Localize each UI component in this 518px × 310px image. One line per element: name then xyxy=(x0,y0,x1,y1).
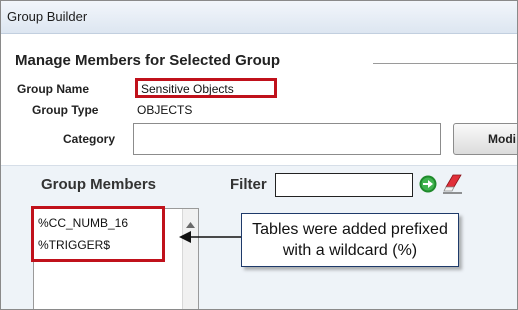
callout-note: Tables were added prefixed with a wildca… xyxy=(241,213,459,267)
window-title: Group Builder xyxy=(7,9,88,24)
group-type-label: Group Type xyxy=(32,103,99,117)
callout-line-1: Tables were added prefixed xyxy=(252,221,448,238)
section-divider xyxy=(373,63,517,64)
eraser-icon[interactable] xyxy=(442,173,464,195)
category-label: Category xyxy=(63,132,116,146)
group-members-heading: Group Members xyxy=(41,176,157,193)
callout-line-2: with a wildcard (%) xyxy=(282,242,418,259)
category-input[interactable] xyxy=(133,123,441,155)
section-heading: Manage Members for Selected Group xyxy=(15,52,281,69)
filter-label: Filter xyxy=(230,176,267,193)
go-arrow-icon[interactable] xyxy=(419,175,437,193)
group-name-label: Group Name xyxy=(17,82,90,96)
members-highlight xyxy=(31,206,165,262)
group-builder-panel: Group Builder Manage Members for Selecte… xyxy=(0,0,518,310)
list-scrollbar[interactable] xyxy=(182,209,198,309)
group-type-value: OBJECTS xyxy=(137,103,193,117)
filter-input[interactable] xyxy=(275,173,413,197)
callout-arrow-icon xyxy=(179,231,245,243)
title-bar: Group Builder xyxy=(1,1,517,34)
modify-button[interactable]: Modi xyxy=(453,123,517,155)
group-name-highlight xyxy=(135,78,277,98)
